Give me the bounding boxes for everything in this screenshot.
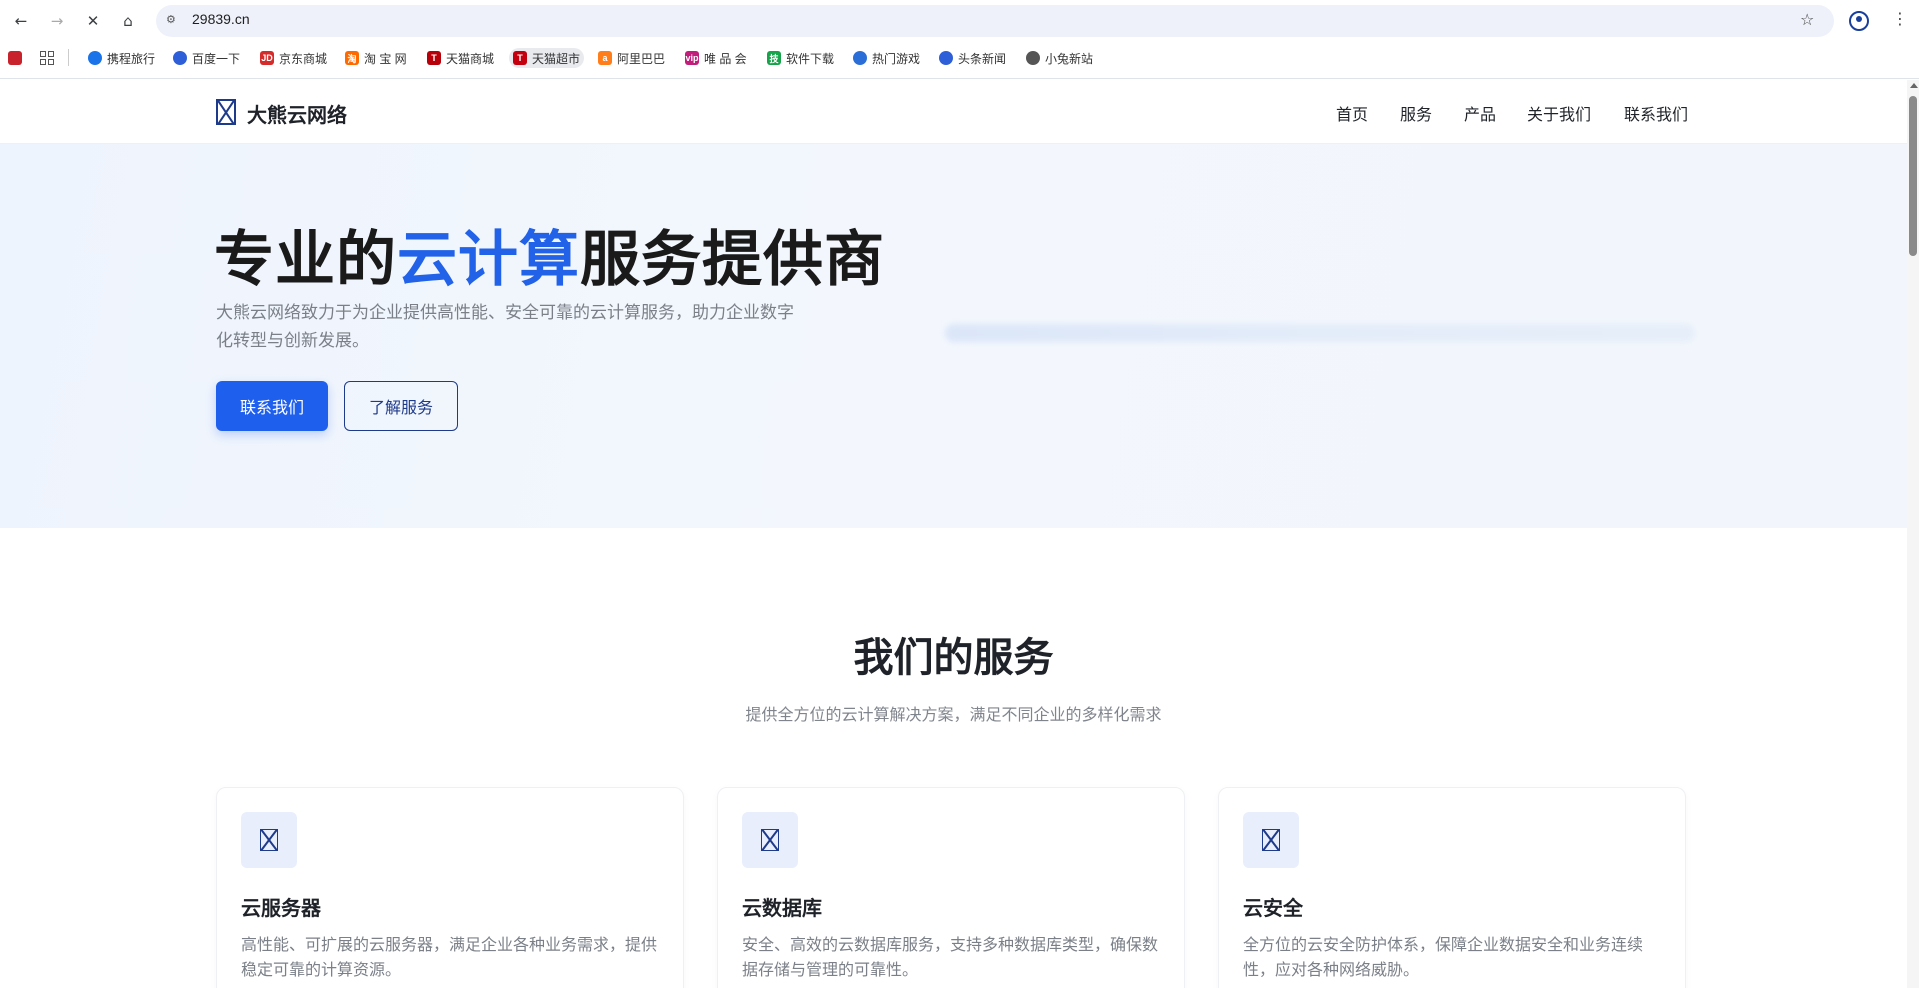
service-icon-box [241,812,297,868]
services-subtitle: 提供全方位的云计算解决方案，满足不同企业的多样化需求 [745,705,1162,724]
home-icon[interactable]: ⌂ [117,10,139,32]
bookmark-label: 携程旅行 [107,51,156,66]
bookmark-label: 天猫商城 [446,51,495,66]
extension-icon[interactable] [8,51,22,65]
bookmark-favicon-icon: 技 [767,51,781,65]
bookmark-favicon-icon [853,51,867,65]
bookmarks-separator [68,49,69,66]
service-card-desc: 全方位的云安全防护体系，保障企业数据安全和业务连续性，应对各种网络威胁。 [1243,935,1644,979]
service-card[interactable]: 云数据库 安全、高效的云数据库服务，支持多种数据库类型，确保数据存储与管理的可靠… [717,787,1185,988]
bookmark-favicon-icon [173,51,187,65]
forward-arrow-icon[interactable]: → [46,10,68,32]
logo-text[interactable]: 大熊云网络 [247,99,347,128]
bookmark-label: 百度一下 [192,51,241,66]
security-icon [1262,829,1280,851]
nav-about[interactable]: 关于我们 [1527,101,1591,125]
service-card-title: 云服务器 [241,896,321,920]
service-card-desc: 高性能、可扩展的云服务器，满足企业各种业务需求，提供稳定可靠的计算资源。 [241,935,658,979]
bookmark-favicon-icon [88,51,102,65]
service-card[interactable]: 云安全 全方位的云安全防护体系，保障企业数据安全和业务连续性，应对各种网络威胁。 [1218,787,1686,988]
nav-services[interactable]: 服务 [1400,101,1432,125]
bookmark-item[interactable]: 热门游戏 [849,48,924,68]
bookmark-favicon-icon: T [427,51,441,65]
bookmark-item[interactable]: JD 京东商城 [256,48,331,68]
bookmark-item[interactable]: T 天猫超市 [509,48,585,68]
learn-services-button[interactable]: 了解服务 [344,381,458,431]
browser-chrome: ← → ✕ ⌂ ⚙ 29839.cn ☆ ⋮ 携程旅行 百度一下 JD 京东商城淘淘 … [0,0,1919,79]
bookmark-label: 淘 宝 网 [364,51,407,66]
bookmark-favicon-icon: 淘 [345,51,359,65]
browser-toolbar: ← → ✕ ⌂ ⚙ 29839.cn ☆ ⋮ [0,0,1919,42]
site-header: 大熊云网络 首页 服务 产品 关于我们 联系我们 [0,80,1907,144]
service-icon-box [1243,812,1299,868]
server-icon [260,829,278,851]
address-url[interactable]: 29839.cn [192,11,250,27]
bookmark-item[interactable]: 携程旅行 [84,48,159,68]
bookmark-item[interactable]: 小兔新站 [1022,48,1097,68]
hero-section: 专业的云计算服务提供商 大熊云网络致力于为企业提供高性能、安全可靠的云计算服务，… [0,144,1907,528]
service-card[interactable]: 云服务器 高性能、可扩展的云服务器，满足企业各种业务需求，提供稳定可靠的计算资源… [216,787,684,988]
database-icon [761,829,779,851]
bookmark-favicon-icon: a [598,51,612,65]
apps-grid-icon[interactable] [40,51,54,65]
bookmark-favicon-icon [1026,51,1040,65]
page-viewport: 大熊云网络 首页 服务 产品 关于我们 联系我们 专业的云计算服务提供商 大熊云… [0,80,1907,988]
hero-title-suffix: 服务提供商 [580,225,885,295]
address-bar[interactable] [156,5,1834,37]
site-info-icon[interactable]: ⚙ [166,12,182,28]
bookmark-label: 唯 品 会 [704,51,747,66]
scroll-thumb[interactable] [1909,96,1917,256]
scroll-up-arrow-icon[interactable] [1910,83,1918,88]
bookmark-favicon-icon: vip [685,51,699,65]
bookmark-item[interactable]: vip 唯 品 会 [681,48,751,68]
bookmark-item[interactable]: T 天猫商城 [423,48,498,68]
hero-title: 专业的云计算服务提供商 [214,211,885,298]
logo-icon[interactable] [216,99,236,125]
bookmark-item[interactable]: a 阿里巴巴 [594,48,669,68]
bookmark-item[interactable]: 淘淘 宝 网 [341,48,411,68]
bookmark-favicon-icon [939,51,953,65]
bookmarks-bar: 携程旅行 百度一下 JD 京东商城淘淘 宝 网 T 天猫商城 T 天猫超市 a 阿里巴巴 vip 唯 … [0,47,1919,69]
service-card-desc: 安全、高效的云数据库服务，支持多种数据库类型，确保数据存储与管理的可靠性。 [742,935,1159,979]
nav-home[interactable]: 首页 [1336,101,1368,125]
bookmark-favicon-icon: T [513,51,527,65]
bookmark-label: 阿里巴巴 [617,51,666,66]
hero-decorative-bar [945,324,1695,342]
bookmark-label: 小兔新站 [1045,51,1094,66]
hero-description: 大熊云网络致力于为企业提供高性能、安全可靠的云计算服务，助力企业数字化转型与创新… [216,303,794,351]
service-card-title: 云数据库 [742,896,822,920]
hero-title-prefix: 专业的 [214,225,397,295]
bookmark-label: 热门游戏 [872,51,921,66]
stop-loading-icon[interactable]: ✕ [82,10,104,32]
profile-icon[interactable] [1849,11,1869,31]
service-card-title: 云安全 [1243,896,1303,920]
nav-products[interactable]: 产品 [1464,101,1496,125]
bookmark-label: 天猫超市 [532,51,581,66]
bookmark-star-icon[interactable]: ☆ [1800,10,1814,29]
service-icon-box [742,812,798,868]
bookmark-label: 头条新闻 [958,51,1007,66]
more-menu-icon[interactable]: ⋮ [1892,9,1908,28]
bookmark-favicon-icon: JD [260,51,274,65]
bookmark-item[interactable]: 头条新闻 [935,48,1010,68]
contact-us-button[interactable]: 联系我们 [216,381,328,431]
bookmark-item[interactable]: 百度一下 [169,48,244,68]
bookmark-item[interactable]: 技软件下载 [763,48,838,68]
services-title: 我们的服务 [853,635,1054,681]
nav-contact[interactable]: 联系我们 [1624,101,1688,125]
back-arrow-icon[interactable]: ← [10,10,32,32]
page-scrollbar[interactable] [1907,80,1919,988]
bookmark-label: 京东商城 [279,51,328,66]
bookmark-label: 软件下载 [786,51,835,66]
hero-title-highlight: 云计算 [397,225,580,295]
